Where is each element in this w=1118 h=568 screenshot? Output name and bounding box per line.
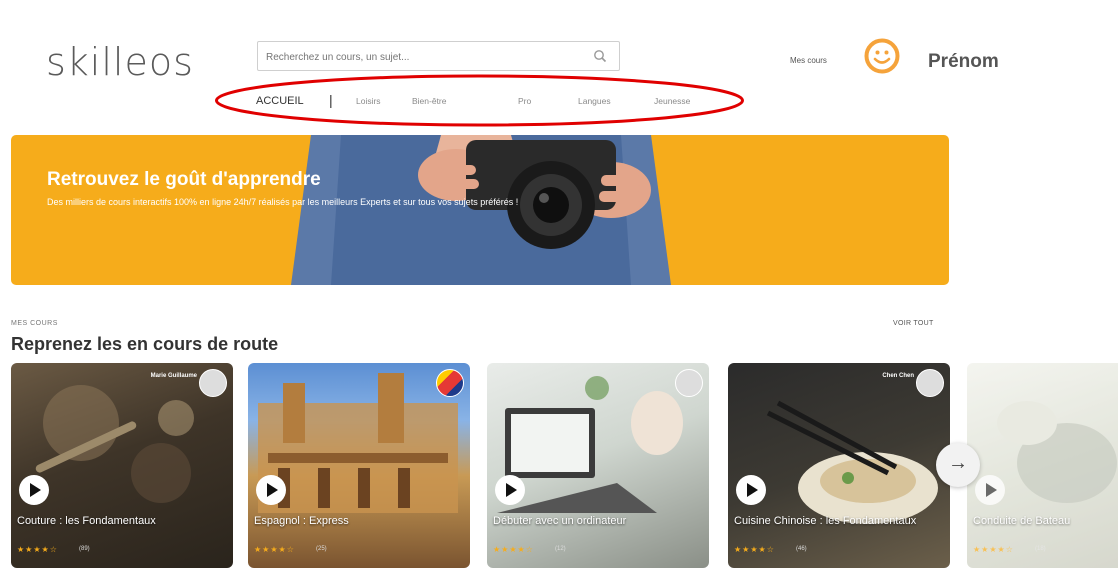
banner-title: Retrouvez le goût d'apprendre	[47, 169, 321, 190]
review-count: (12)	[555, 546, 566, 552]
highlight-ellipse	[215, 74, 744, 127]
my-courses-link[interactable]: Mes cours	[790, 56, 827, 65]
author-avatar	[916, 369, 944, 397]
logo[interactable]: skilleos	[46, 40, 194, 84]
smiley-icon[interactable]	[864, 38, 900, 74]
play-icon[interactable]	[495, 475, 525, 505]
rating-stars: ★★★★☆	[17, 545, 58, 554]
course-card[interactable]: Débuter avec un ordinateur ★★★★☆ (12)	[487, 363, 709, 568]
play-icon[interactable]	[975, 475, 1005, 505]
section-label: MES COURS	[11, 320, 58, 327]
search-input[interactable]	[264, 47, 588, 67]
review-count: (25)	[316, 546, 327, 552]
author-avatar	[675, 369, 703, 397]
course-title: Couture : les Fondamentaux	[17, 515, 156, 527]
search-bar[interactable]	[257, 41, 620, 71]
rating-stars: ★★★★☆	[254, 545, 295, 554]
course-card[interactable]: Chen Chen Cuisine Chinoise : les Fondame…	[728, 363, 950, 568]
search-icon[interactable]	[593, 49, 607, 63]
hero-banner[interactable]: Retrouvez le goût d'apprendre Des millie…	[11, 135, 949, 285]
rating-stars: ★★★★☆	[493, 545, 534, 554]
card-image	[497, 376, 683, 513]
review-count: (89)	[79, 546, 90, 552]
course-title: Cuisine Chinoise : les Fondamentaux	[734, 515, 917, 527]
card-image	[766, 400, 938, 524]
review-count: (18)	[1035, 546, 1046, 552]
card-image	[258, 373, 458, 513]
author-name: Chen Chen	[882, 373, 914, 379]
play-icon[interactable]	[736, 475, 766, 505]
rating-stars: ★★★★☆	[973, 545, 1014, 554]
card-image	[35, 385, 194, 503]
hero-photo	[291, 135, 671, 285]
username[interactable]: Prénom	[928, 51, 999, 73]
card-image	[997, 401, 1117, 503]
review-count: (46)	[796, 546, 807, 552]
arrow-right-icon: →	[948, 452, 968, 474]
course-title: Espagnol : Express	[254, 515, 349, 527]
course-card[interactable]: Conduite de Bateau ★★★★☆ (18)	[967, 363, 1118, 568]
course-title: Conduite de Bateau	[973, 515, 1071, 527]
author-avatar	[199, 369, 227, 397]
play-icon[interactable]	[19, 475, 49, 505]
rating-stars: ★★★★☆	[734, 545, 775, 554]
course-card[interactable]: Espagnol : Express ★★★★☆ (25)	[248, 363, 470, 568]
author-avatar	[436, 369, 464, 397]
see-all-link[interactable]: VOIR TOUT	[893, 320, 934, 327]
course-card[interactable]: Marie Guillaume Couture : les Fondamenta…	[11, 363, 233, 568]
author-name: Marie Guillaume	[150, 373, 197, 379]
play-icon[interactable]	[256, 475, 286, 505]
course-title: Débuter avec un ordinateur	[493, 515, 627, 527]
banner-subtitle: Des milliers de cours interactifs 100% e…	[47, 197, 519, 207]
section-title: Reprenez les en cours de route	[11, 334, 279, 354]
next-button[interactable]: →	[936, 443, 980, 487]
